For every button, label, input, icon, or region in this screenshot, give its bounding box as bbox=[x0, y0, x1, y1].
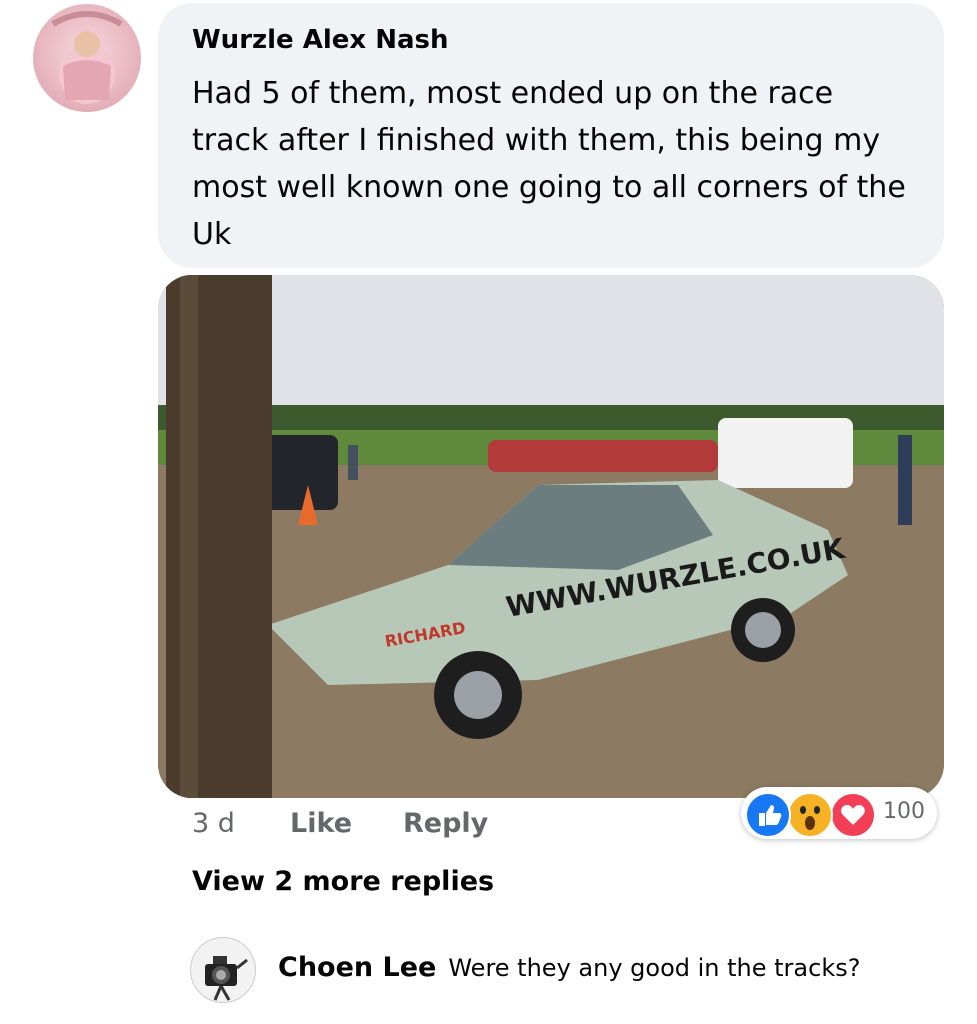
person bbox=[898, 435, 912, 525]
reactions-summary[interactable]: 100 bbox=[741, 787, 937, 839]
reply-text: Were they any good in the tracks? bbox=[448, 954, 861, 982]
reply-button[interactable]: Reply bbox=[403, 808, 488, 839]
commenter-avatar[interactable] bbox=[33, 4, 141, 112]
reply-comment: Choen Lee Were they any good in the track… bbox=[278, 952, 860, 983]
comment-text: Had 5 of them, most ended up on the race… bbox=[192, 76, 906, 252]
sky bbox=[158, 275, 944, 425]
parked-cars bbox=[488, 440, 718, 472]
baby-photo bbox=[51, 11, 123, 104]
reply-author[interactable]: Choen Lee bbox=[278, 952, 436, 983]
camera-icon bbox=[205, 956, 248, 1001]
wow-icon bbox=[787, 792, 833, 838]
comment-time[interactable]: 3 d bbox=[192, 808, 235, 839]
view-more-replies[interactable]: View 2 more replies bbox=[192, 866, 494, 897]
like-button[interactable]: Like bbox=[290, 808, 352, 839]
reply-avatar[interactable] bbox=[190, 937, 256, 1003]
like-icon bbox=[745, 792, 791, 838]
person-2 bbox=[348, 445, 358, 480]
love-icon bbox=[830, 792, 876, 838]
white-van bbox=[718, 418, 853, 488]
comment-photo[interactable]: WWW.WURZLE.CO.UK RICHARD bbox=[158, 275, 944, 798]
reaction-count: 100 bbox=[883, 799, 925, 824]
comment-author[interactable]: Wurzle Alex Nash bbox=[192, 25, 449, 55]
